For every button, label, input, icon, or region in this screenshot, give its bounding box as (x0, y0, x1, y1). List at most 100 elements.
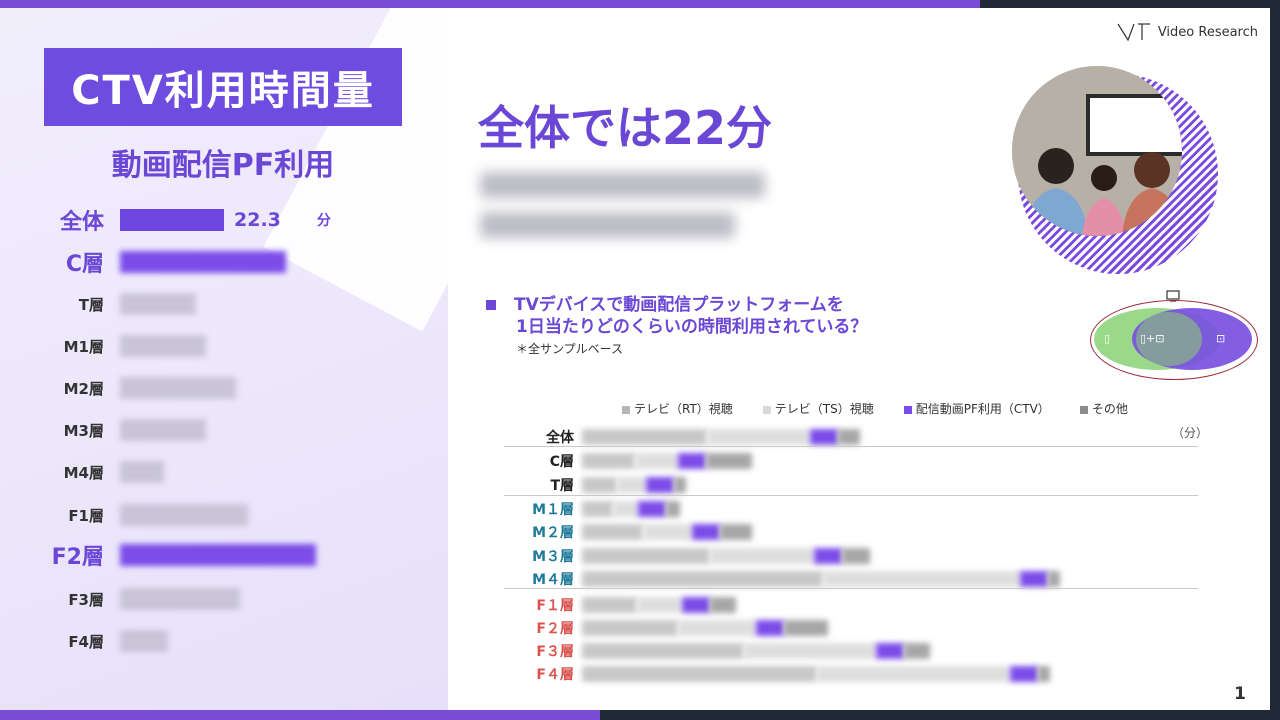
bar-segment-rt (582, 524, 643, 540)
phone-plus-tv-icon: ▯+⊡ (1140, 332, 1165, 345)
slide: CTV利用時間量 動画配信PF利用 全体 22.3 分 C層 T層 M1層 M2… (0, 8, 1270, 710)
bar-segment-ts (743, 643, 876, 659)
bar-segment-ts (637, 597, 682, 613)
question-line-2: 1日当たりどのくらいの時間利用されている？ (516, 317, 868, 337)
segment-bar (120, 419, 206, 441)
chart-row: M１層 (500, 498, 1182, 520)
survey-question: TVデバイスで動画配信プラットフォームを 1日当たりどのくらいの時間利用されてい… (486, 294, 867, 338)
legend-item: 配信動画PF利用（CTV） (903, 400, 1050, 417)
segment-row: F2層 (0, 539, 316, 571)
legend-label: テレビ（RT）視聴 (634, 402, 733, 416)
tv-screen-icon: ⊡ (1216, 332, 1226, 345)
bar-segment-other (784, 620, 828, 636)
segment-label: M3層 (63, 421, 104, 440)
segment-label: T層 (78, 295, 104, 314)
chart-bar-track (582, 643, 1182, 659)
chart-category-label: M４層 (532, 572, 574, 588)
segment-row-total: 全体 22.3 分 (0, 204, 331, 236)
segment-row: M1層 (0, 330, 206, 362)
blurred-line (480, 172, 765, 198)
chart-divider (504, 495, 1198, 496)
segment-row: F4層 (0, 625, 168, 657)
legend-label: 配信動画PF利用（CTV） (915, 402, 1050, 416)
bar-segment-other (710, 597, 736, 613)
chart-legend: テレビ（RT）視聴 テレビ（TS）視聴 配信動画PF利用（CTV） その他 (622, 400, 1128, 417)
legend-swatch (622, 405, 630, 414)
segment-bar (120, 588, 240, 610)
segment-row: C層 (0, 246, 286, 278)
blurred-description (480, 172, 780, 252)
bar-segment-ts (642, 524, 692, 540)
segment-label: M1層 (63, 337, 104, 356)
bar-segment-other (842, 548, 870, 564)
chart-row: F４層 (500, 663, 1182, 685)
chart-bar-track (582, 501, 1182, 517)
chart-bar-track (582, 666, 1182, 682)
chart-category-label: F３層 (536, 644, 574, 660)
chart-row: F３層 (500, 640, 1182, 662)
segment-label: M2層 (63, 379, 104, 398)
slide-subtitle: 動画配信PF利用 (111, 148, 335, 183)
bar-segment-ts (817, 666, 1010, 682)
chart-row: C層 (500, 450, 1182, 472)
bar-segment-ts (634, 453, 678, 469)
bar-segment-ctv (1020, 571, 1048, 587)
bar-segment-ctv (814, 548, 842, 564)
legend-swatch (1079, 405, 1088, 414)
square-bullet-icon (486, 300, 496, 310)
chart-category-label: M３層 (532, 549, 574, 565)
segment-bar (120, 293, 196, 315)
question-line-1: TVデバイスで動画配信プラットフォームを (514, 295, 844, 315)
chart-row: F１層 (500, 594, 1182, 616)
bar-segment-ctv (876, 643, 904, 659)
chart-row: M４層 (500, 568, 1182, 590)
logo-text: Video Research (1157, 24, 1258, 40)
bar-segment-rt (582, 620, 678, 636)
chart-category-label: F４層 (536, 667, 574, 683)
bar-segment-rt (582, 429, 708, 445)
segment-label: F1層 (68, 506, 104, 525)
chart-bar-track (582, 548, 1182, 564)
segment-bar (120, 377, 236, 399)
device-venn-diagram: ▯ ▯+⊡ ⊡ (1090, 290, 1258, 380)
bar-segment-ctv (810, 429, 838, 445)
segment-bar (120, 251, 286, 273)
bar-segment-ts (822, 571, 1020, 587)
bar-segment-other (666, 501, 680, 517)
bar-segment-other (706, 453, 752, 469)
segment-label: F2層 (51, 545, 104, 570)
segment-label: M4層 (63, 463, 104, 482)
chart-category-label: F２層 (536, 621, 574, 637)
segment-row: F1層 (0, 499, 248, 531)
video-research-logo: Video Research (1116, 22, 1258, 42)
segment-label: F4層 (68, 632, 104, 651)
segment-bar (120, 504, 248, 526)
chart-category-label: F１層 (536, 598, 574, 614)
chart-divider (504, 588, 1198, 589)
chart-category-label: M１層 (532, 502, 574, 518)
bar-segment-ts (617, 477, 646, 493)
segment-bar (120, 209, 224, 231)
bar-segment-other (674, 477, 686, 493)
legend-swatch (903, 405, 912, 414)
bar-segment-rt (582, 597, 637, 613)
headline: 全体では22分 (478, 101, 773, 155)
segment-label: F3層 (68, 590, 104, 609)
segment-row: T層 (0, 288, 196, 320)
segment-bar (120, 461, 164, 483)
chart-row: T層 (500, 474, 1182, 496)
bar-segment-rt (582, 453, 635, 469)
segment-row: F3層 (0, 583, 240, 615)
page-number: 1 (1234, 684, 1246, 704)
chart-category-label: T層 (550, 478, 574, 494)
segment-bar (120, 335, 206, 357)
bar-segment-ctv (638, 501, 666, 517)
bar-segment-rt (582, 571, 823, 587)
bar-segment-other (1038, 666, 1050, 682)
bar-segment-ts (677, 620, 756, 636)
blurred-line (480, 212, 735, 238)
sample-base-note: ＊全サンプルベース (516, 342, 624, 356)
chart-bar-track (582, 429, 1182, 445)
bar-segment-ctv (678, 453, 706, 469)
bar-segment-ts (707, 429, 810, 445)
